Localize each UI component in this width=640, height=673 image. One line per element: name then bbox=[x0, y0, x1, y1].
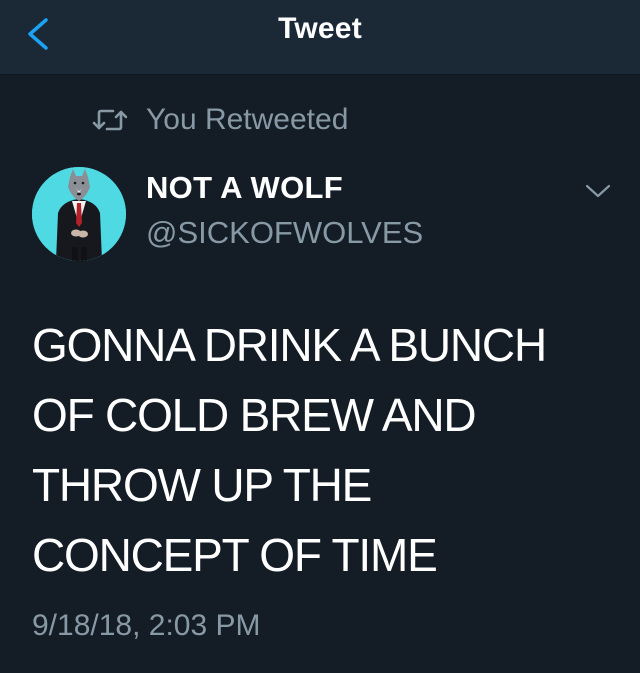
tweet-timestamp: 9/18/18, 2:03 PM bbox=[32, 609, 261, 642]
page-title: Tweet bbox=[278, 12, 362, 45]
tweet-text: GONNA DRINK A BUNCH OF COLD BREW AND THR… bbox=[32, 310, 612, 590]
author-name[interactable]: NOT A WOLF bbox=[146, 170, 343, 206]
wolf-in-suit-avatar-image bbox=[32, 167, 126, 261]
tweet-text-line: OF COLD BREW AND bbox=[32, 389, 477, 441]
tweet-text-line: CONCEPT OF TIME bbox=[32, 529, 438, 581]
retweet-icon bbox=[92, 109, 128, 131]
retweet-label: You Retweeted bbox=[146, 103, 349, 136]
tweet-text-line: THROW UP THE bbox=[32, 459, 372, 511]
nav-header: Tweet bbox=[0, 0, 640, 75]
tweet-text-line: GONNA DRINK A BUNCH bbox=[32, 319, 547, 371]
chevron-down-icon[interactable] bbox=[584, 182, 612, 200]
retweet-context: You Retweeted bbox=[92, 102, 348, 138]
avatar[interactable] bbox=[32, 167, 126, 261]
author-handle[interactable]: @SICKOFWOLVES bbox=[146, 215, 423, 251]
